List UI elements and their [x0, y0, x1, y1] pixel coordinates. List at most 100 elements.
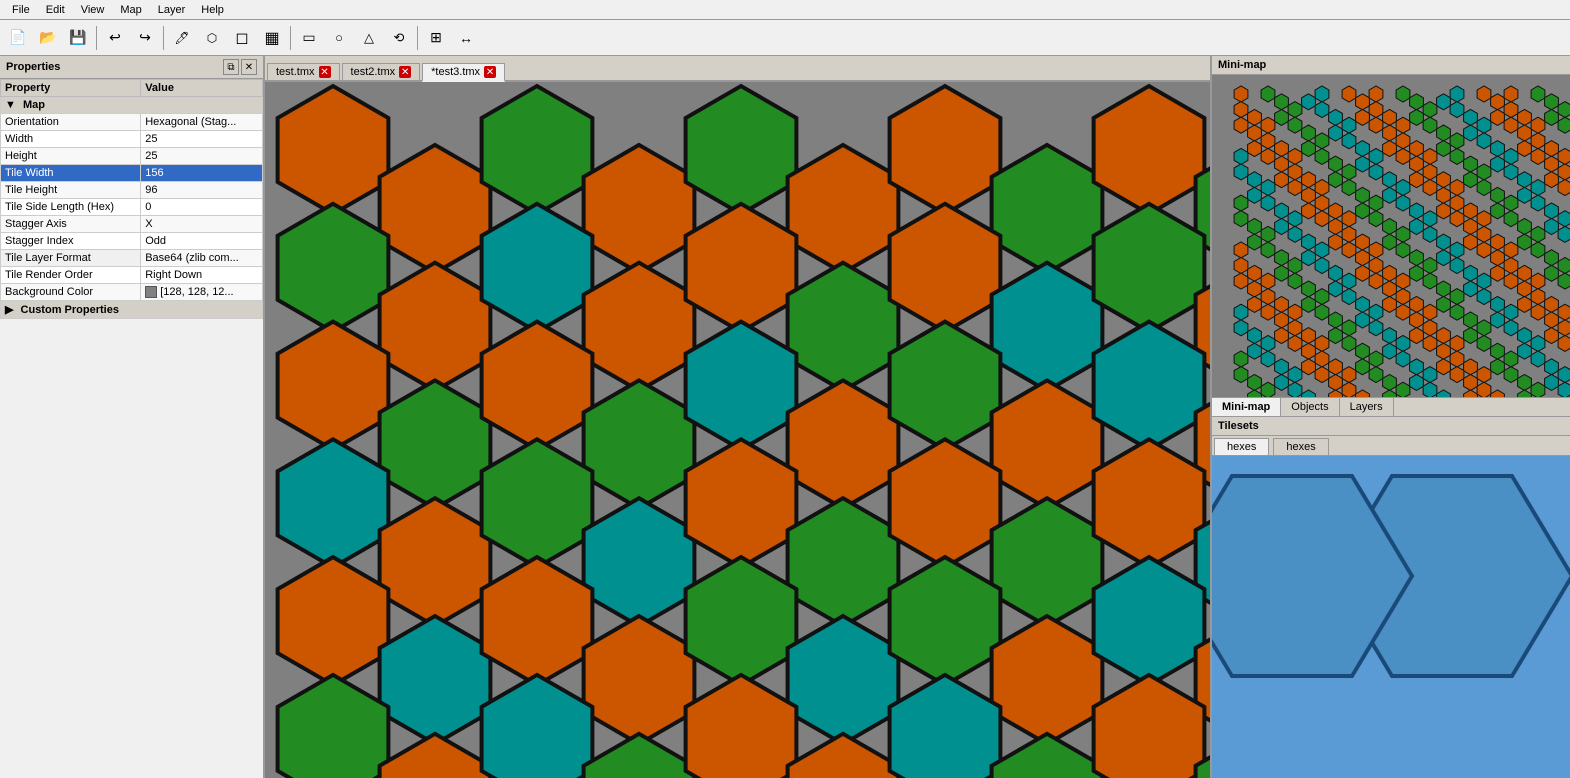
map-canvas[interactable]: [265, 82, 1210, 778]
col-value-header: Value: [141, 80, 263, 97]
prop-orientation-row: Orientation Hexagonal (Stag...: [1, 114, 263, 131]
prop-layerformat-value: Base64 (zlib com...: [141, 250, 263, 267]
prop-width-value: 25: [141, 131, 263, 148]
stamp-button[interactable]: 🖊: [168, 24, 196, 52]
prop-staggeraxis-row: Stagger Axis X: [1, 216, 263, 233]
undo-button[interactable]: ↩: [101, 24, 129, 52]
terrain-button[interactable]: ⬡: [198, 24, 226, 52]
prop-tileheight-value: 96: [141, 182, 263, 199]
toolbar: 📄 📂 💾 ↩ ↪ 🖊 ⬡ ◻ ▦ ▭ ○ △ ⟲ ⊞ ↔: [0, 20, 1570, 56]
prop-bgcolor-key: Background Color: [1, 284, 141, 301]
minimap-tabs: Mini-map Objects Layers: [1212, 397, 1570, 417]
right-panel: Mini-map Mini-map Objects Layers Tileset…: [1210, 56, 1570, 778]
flip-button[interactable]: ↔: [452, 24, 480, 52]
tab-test1[interactable]: test.tmx ✕: [267, 63, 340, 80]
map-svg: [265, 82, 1210, 778]
tab-test2-label: test2.tmx: [351, 66, 396, 78]
collapse-custom-icon[interactable]: ▶: [5, 304, 13, 316]
panel-close-button[interactable]: ✕: [241, 59, 257, 75]
minimap-tab-objects[interactable]: Objects: [1281, 398, 1339, 416]
prop-staggerindex-value: Odd: [141, 233, 263, 250]
prop-tileside-key: Tile Side Length (Hex): [1, 199, 141, 216]
menu-edit[interactable]: Edit: [38, 2, 73, 18]
tab-test2[interactable]: test2.tmx ✕: [342, 63, 421, 80]
prop-renderorder-row: Tile Render Order Right Down: [1, 267, 263, 284]
tilesets-tabs: hexes hexes: [1212, 436, 1570, 456]
prop-tileside-value: 0: [141, 199, 263, 216]
properties-panel-header: Properties ⧉ ✕: [0, 56, 263, 79]
tab-bar: test.tmx ✕ test2.tmx ✕ *test3.tmx ✕: [265, 56, 1210, 82]
tab-test2-close[interactable]: ✕: [399, 66, 411, 78]
menu-bar: File Edit View Map Layer Help: [0, 0, 1570, 20]
prop-staggeraxis-value: X: [141, 216, 263, 233]
tilesets-tab-1[interactable]: hexes: [1214, 438, 1269, 455]
minimap-header: Mini-map: [1212, 56, 1570, 75]
prop-tileheight-key: Tile Height: [1, 182, 141, 199]
menu-view[interactable]: View: [73, 2, 113, 18]
tab-test1-label: test.tmx: [276, 66, 315, 78]
prop-orientation-value: Hexagonal (Stag...: [141, 114, 263, 131]
prop-tileside-row: Tile Side Length (Hex) 0: [1, 199, 263, 216]
new-button[interactable]: 📄: [4, 24, 32, 52]
map-editor-panel: test.tmx ✕ test2.tmx ✕ *test3.tmx ✕: [265, 56, 1210, 778]
redo-button[interactable]: ↪: [131, 24, 159, 52]
prop-width-key: Width: [1, 131, 141, 148]
prop-height-key: Height: [1, 148, 141, 165]
tilesets-content: [1212, 456, 1570, 778]
section-map-row: ▼ Map: [1, 97, 263, 114]
prop-staggeraxis-key: Stagger Axis: [1, 216, 141, 233]
col-property-header: Property: [1, 80, 141, 97]
menu-map[interactable]: Map: [112, 2, 149, 18]
tab-test1-close[interactable]: ✕: [319, 66, 331, 78]
tab-test3-label: *test3.tmx: [431, 66, 480, 78]
menu-file[interactable]: File: [4, 2, 38, 18]
minimap-svg: [1212, 75, 1570, 397]
prop-layerformat-key: Tile Layer Format: [1, 250, 141, 267]
section-map-label: ▼ Map: [1, 97, 263, 114]
rotate-button[interactable]: ⊞: [422, 24, 450, 52]
open-button[interactable]: 📂: [34, 24, 62, 52]
fill-button[interactable]: ▦: [258, 24, 286, 52]
properties-table: Property Value ▼ Map Orientation Hexagon…: [0, 79, 263, 319]
toolbar-separator-4: [417, 26, 418, 50]
properties-title: Properties: [6, 61, 60, 73]
eraser-button[interactable]: ◻: [228, 24, 256, 52]
menu-help[interactable]: Help: [193, 2, 232, 18]
tilesets-header: Tilesets: [1212, 417, 1570, 436]
bgcolor-swatch: [145, 286, 157, 298]
minimap-tab-layers[interactable]: Layers: [1340, 398, 1394, 416]
minimap-area: [1212, 75, 1570, 397]
prop-height-value: 25: [141, 148, 263, 165]
minimap-tab-minimap[interactable]: Mini-map: [1212, 398, 1281, 416]
prop-tileheight-row: Tile Height 96: [1, 182, 263, 199]
toolbar-separator-3: [290, 26, 291, 50]
section-custom-row: ▶ Custom Properties: [1, 301, 263, 319]
properties-panel: Properties ⧉ ✕ Property Value ▼ Map: [0, 56, 265, 778]
select-ellipse-button[interactable]: ○: [325, 24, 353, 52]
select-polygon-button[interactable]: △: [355, 24, 383, 52]
prop-width-row: Width 25: [1, 131, 263, 148]
prop-tilewidth-row[interactable]: Tile Width 156: [1, 165, 263, 182]
prop-tilewidth-key: Tile Width: [1, 165, 141, 182]
menu-layer[interactable]: Layer: [150, 2, 194, 18]
prop-tilewidth-value: 156: [141, 165, 263, 182]
tab-test3[interactable]: *test3.tmx ✕: [422, 63, 505, 82]
tab-test3-close[interactable]: ✕: [484, 66, 496, 78]
prop-height-row: Height 25: [1, 148, 263, 165]
select-rect-button[interactable]: ▭: [295, 24, 323, 52]
select-wand-button[interactable]: ⟲: [385, 24, 413, 52]
collapse-icon[interactable]: ▼: [5, 99, 16, 111]
toolbar-separator-1: [96, 26, 97, 50]
prop-renderorder-value: Right Down: [141, 267, 263, 284]
save-button[interactable]: 💾: [64, 24, 92, 52]
panel-float-button[interactable]: ⧉: [223, 59, 239, 75]
toolbar-separator-2: [163, 26, 164, 50]
prop-staggerindex-row: Stagger Index Odd: [1, 233, 263, 250]
prop-renderorder-key: Tile Render Order: [1, 267, 141, 284]
panel-header-buttons: ⧉ ✕: [223, 59, 257, 75]
tilesets-tab-2[interactable]: hexes: [1273, 438, 1328, 455]
prop-bgcolor-row: Background Color [128, 128, 12...: [1, 284, 263, 301]
prop-orientation-key: Orientation: [1, 114, 141, 131]
prop-layerformat-row: Tile Layer Format Base64 (zlib com...: [1, 250, 263, 267]
main-layout: Properties ⧉ ✕ Property Value ▼ Map: [0, 56, 1570, 778]
